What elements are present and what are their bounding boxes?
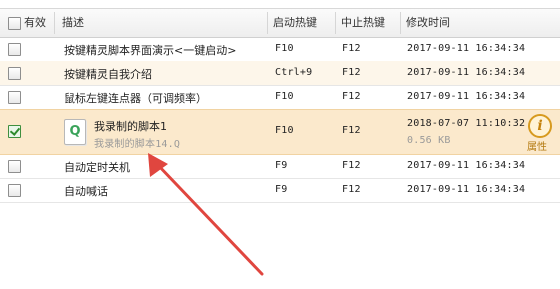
column-divider[interactable] xyxy=(54,12,55,34)
column-header-start-hotkey[interactable]: 启动热键 xyxy=(273,9,317,37)
column-divider[interactable] xyxy=(267,12,268,34)
row-start-hotkey: F9 xyxy=(275,184,288,195)
row-modified-time: 2017-09-11 16:34:34 xyxy=(407,184,526,195)
select-all-checkbox[interactable] xyxy=(8,17,21,30)
row-description: 按键精灵脚本界面演示<一键启动> xyxy=(64,44,237,57)
properties-button-label[interactable]: 属性 xyxy=(527,138,547,153)
table-row[interactable]: 自动定时关机 F9 F12 2017-09-11 16:34:34 xyxy=(0,154,560,179)
row-description: 按键精灵自我介绍 xyxy=(64,68,152,81)
row-stop-hotkey: F12 xyxy=(342,91,361,102)
table-header: 有效 描述 启动热键 中止热键 修改时间 xyxy=(0,8,560,38)
column-divider[interactable] xyxy=(400,12,401,34)
table-row[interactable]: 按键精灵脚本界面演示<一键启动> F10 F12 2017-09-11 16:3… xyxy=(0,37,560,62)
script-file-icon: Q xyxy=(64,119,86,145)
row-stop-hotkey: F12 xyxy=(342,67,361,78)
row-stop-hotkey: F12 xyxy=(342,160,361,171)
row-modified-time: 2017-09-11 16:34:34 xyxy=(407,160,526,171)
info-icon[interactable]: i xyxy=(528,114,552,138)
row-stop-hotkey: F12 xyxy=(342,43,361,54)
table-row[interactable]: 自动喊话 F9 F12 2017-09-11 16:34:34 xyxy=(0,178,560,203)
row-enabled-checkbox[interactable] xyxy=(8,125,21,138)
row-enabled-checkbox[interactable] xyxy=(8,43,21,56)
table-row[interactable]: 鼠标左键连点器（可调频率） F10 F12 2017-09-11 16:34:3… xyxy=(0,85,560,110)
row-description: 鼠标左键连点器（可调频率） xyxy=(64,92,207,105)
row-enabled-checkbox[interactable] xyxy=(8,91,21,104)
row-enabled-checkbox[interactable] xyxy=(8,184,21,197)
column-divider[interactable] xyxy=(335,12,336,34)
row-stop-hotkey: F12 xyxy=(342,125,361,136)
row-stop-hotkey: F12 xyxy=(342,184,361,195)
table-row[interactable]: 按键精灵自我介绍 Ctrl+9 F12 2017-09-11 16:34:34 xyxy=(0,61,560,86)
row-file-size: 0.56 KB xyxy=(407,135,451,146)
row-enabled-checkbox[interactable] xyxy=(8,67,21,80)
column-header-enabled[interactable]: 有效 xyxy=(24,9,46,37)
row-start-hotkey: F10 xyxy=(275,43,294,54)
column-header-modified-time[interactable]: 修改时间 xyxy=(406,9,450,37)
row-description: 我录制的脚本1 xyxy=(94,120,167,133)
row-modified-time: 2017-09-11 16:34:34 xyxy=(407,43,526,54)
script-file-icon-letter: Q xyxy=(69,124,81,139)
row-modified-time: 2017-09-11 16:34:34 xyxy=(407,67,526,78)
row-start-hotkey: F10 xyxy=(275,91,294,102)
row-start-hotkey: F9 xyxy=(275,160,288,171)
row-enabled-checkbox[interactable] xyxy=(8,160,21,173)
row-filename: 我录制的脚本14.Q xyxy=(94,139,181,150)
row-start-hotkey: Ctrl+9 xyxy=(275,67,313,78)
row-modified-time: 2018-07-07 11:10:32 xyxy=(407,118,526,129)
column-header-description[interactable]: 描述 xyxy=(62,9,84,37)
row-description: 自动喊话 xyxy=(64,185,108,198)
row-description: 自动定时关机 xyxy=(64,161,130,174)
column-header-stop-hotkey[interactable]: 中止热键 xyxy=(341,9,385,37)
row-modified-time: 2017-09-11 16:34:34 xyxy=(407,91,526,102)
table-row-selected[interactable]: Q 我录制的脚本1 我录制的脚本14.Q F10 F12 2018-07-07 … xyxy=(0,109,560,155)
row-start-hotkey: F10 xyxy=(275,125,294,136)
